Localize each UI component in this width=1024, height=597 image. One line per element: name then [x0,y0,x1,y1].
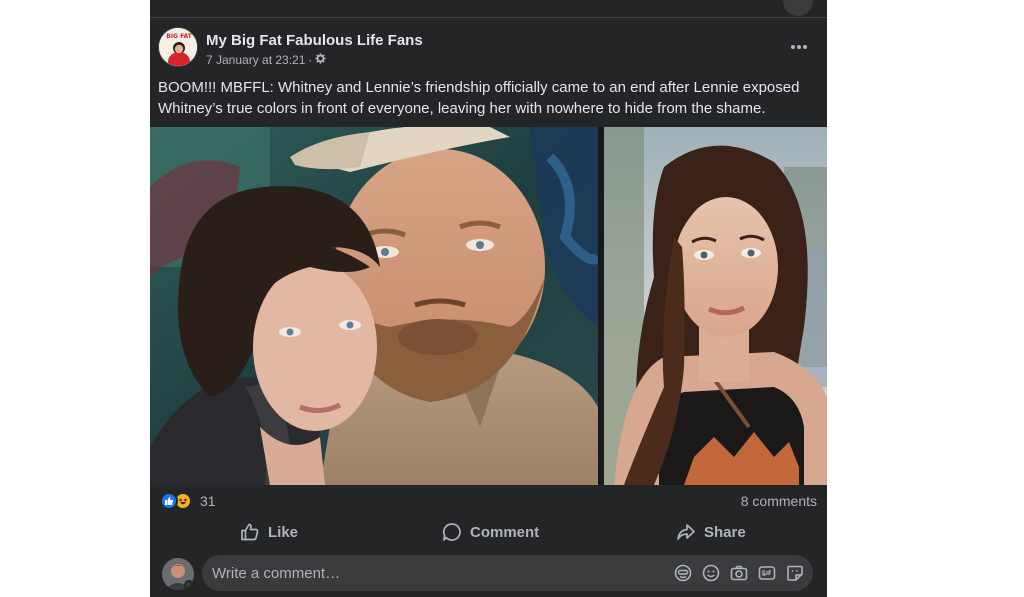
comment-input[interactable] [212,564,673,582]
action-bar: Like Comment Share [150,518,827,546]
like-reaction-icon [160,492,178,510]
post-photo-whitney[interactable] [604,127,827,485]
thumbs-up-icon [241,523,259,541]
share-button[interactable]: Share [676,518,746,546]
page-avatar-image: BIG FAT [159,28,197,66]
post-images [150,127,827,485]
comment-icon [443,523,461,541]
camera-icon[interactable] [729,563,749,583]
like-label: Like [268,523,299,541]
reactions-count[interactable]: 31 [200,493,216,509]
composer-icons [673,563,813,583]
more-horizontal-icon [791,45,807,49]
comment-button[interactable]: Comment [442,518,539,546]
page-name-link[interactable]: My Big Fat Fabulous Life Fans [206,32,423,49]
avatar-sticker-icon[interactable] [673,563,693,583]
chevron-down-icon [184,580,194,590]
like-button[interactable]: Like [240,518,298,546]
meta-separator: · [308,53,313,67]
facebook-post: BIG FAT My Big Fat Fabulous Life Fans 7 … [150,0,827,597]
avatar-logo-text: BIG FAT [166,33,192,40]
more-options-button[interactable] [787,35,811,59]
emoji-icon[interactable] [701,563,721,583]
post-stats: 31 8 comments [160,491,817,513]
comment-box [202,555,813,591]
post-timestamp[interactable]: 7 January at 23:21 [206,53,305,67]
page-avatar[interactable]: BIG FAT [158,27,198,67]
comment-composer [162,555,815,593]
partial-button[interactable] [783,0,813,16]
avatar[interactable] [162,558,194,590]
comments-count-link[interactable]: 8 comments [741,493,817,509]
post-text: BOOM!!! MBFFL: Whitney and Lennie’s frie… [158,79,800,117]
comment-label: Comment [470,523,540,541]
gif-icon[interactable] [757,563,777,583]
gear-icon[interactable] [315,53,326,67]
post-header: BIG FAT My Big Fat Fabulous Life Fans 7 … [158,27,817,73]
share-label: Share [704,523,746,541]
reaction-icons[interactable] [160,492,192,510]
post-meta: 7 January at 23:21 · [206,53,326,67]
previous-post-edge [150,0,827,18]
share-icon [677,524,695,540]
post-photo-couple[interactable] [150,127,598,485]
sticker-icon[interactable] [785,563,805,583]
